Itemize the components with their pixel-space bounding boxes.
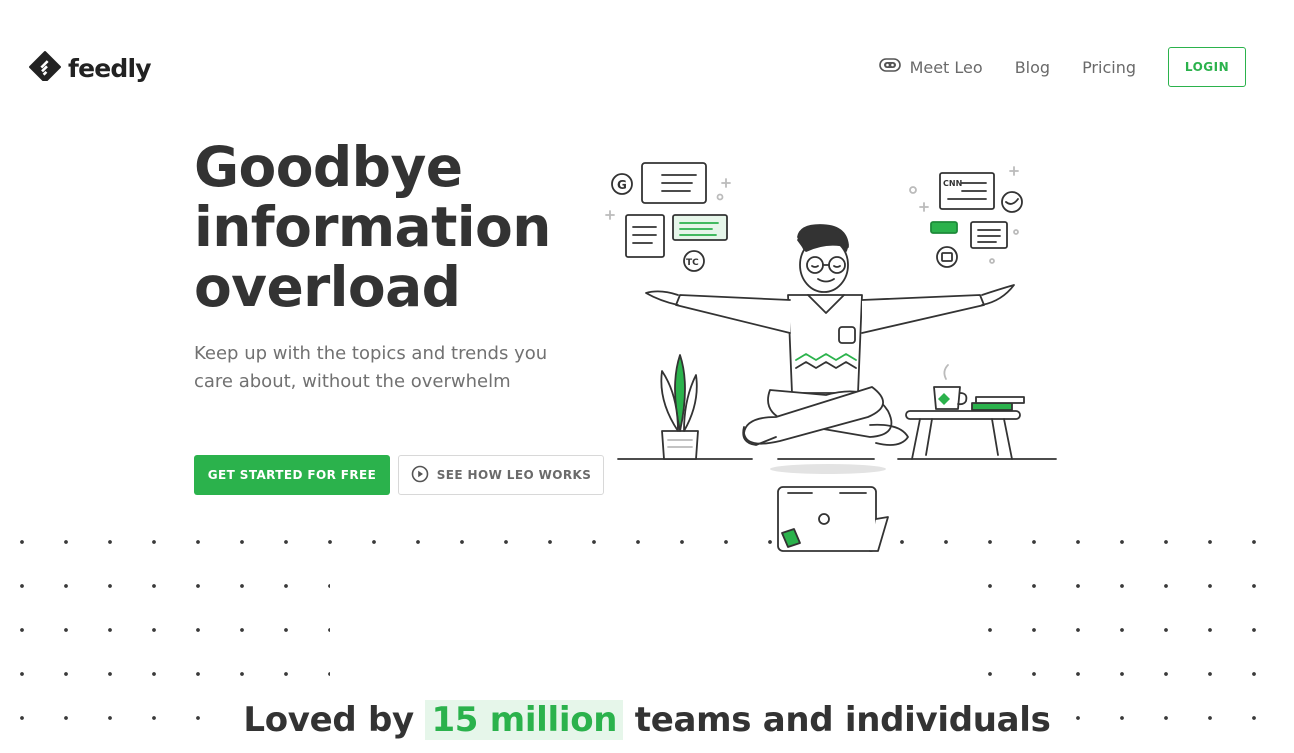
- svg-text:CNN: CNN: [943, 179, 962, 188]
- login-button[interactable]: LOGIN: [1168, 47, 1246, 87]
- svg-text:G: G: [617, 178, 627, 192]
- hero-title-line-2: information: [194, 195, 551, 259]
- meditating-reader-illustration: G TC CNN: [605, 162, 1057, 552]
- nav-meet-leo[interactable]: Meet Leo: [878, 56, 983, 78]
- dots-mask: [330, 555, 985, 695]
- social-proof-suffix: teams and individuals: [634, 700, 1051, 740]
- social-proof-highlight: 15 million: [425, 700, 624, 740]
- social-proof-prefix: Loved by: [243, 700, 414, 740]
- see-how-leo-works-button[interactable]: SEE HOW LEO WORKS: [398, 455, 604, 495]
- feedly-logo[interactable]: feedly: [28, 50, 152, 86]
- social-proof-heading: Loved by 15 million teams and individual…: [0, 700, 1294, 740]
- hero-illustration: G TC CNN: [600, 155, 1070, 560]
- nav-pricing[interactable]: Pricing: [1082, 58, 1136, 77]
- get-started-button[interactable]: GET STARTED FOR FREE: [194, 455, 390, 495]
- see-how-leo-works-label: SEE HOW LEO WORKS: [436, 468, 592, 482]
- logo-wordmark: feedly: [68, 53, 152, 83]
- leo-robot-icon: [878, 56, 902, 78]
- hero-title: Goodbye information overload: [194, 137, 551, 317]
- nav-blog[interactable]: Blog: [1015, 58, 1050, 77]
- play-circle-icon: [411, 465, 429, 486]
- nav-meet-leo-label: Meet Leo: [909, 57, 983, 77]
- svg-text:TC: TC: [686, 258, 699, 268]
- hero-subtitle: Keep up with the topics and trends you c…: [194, 343, 548, 392]
- feedly-logo-icon: [28, 50, 62, 86]
- top-nav: Meet Leo Blog Pricing LOGIN: [878, 47, 1246, 87]
- hero-title-line-3: overload: [194, 255, 461, 319]
- hero-title-line-1: Goodbye: [194, 135, 463, 199]
